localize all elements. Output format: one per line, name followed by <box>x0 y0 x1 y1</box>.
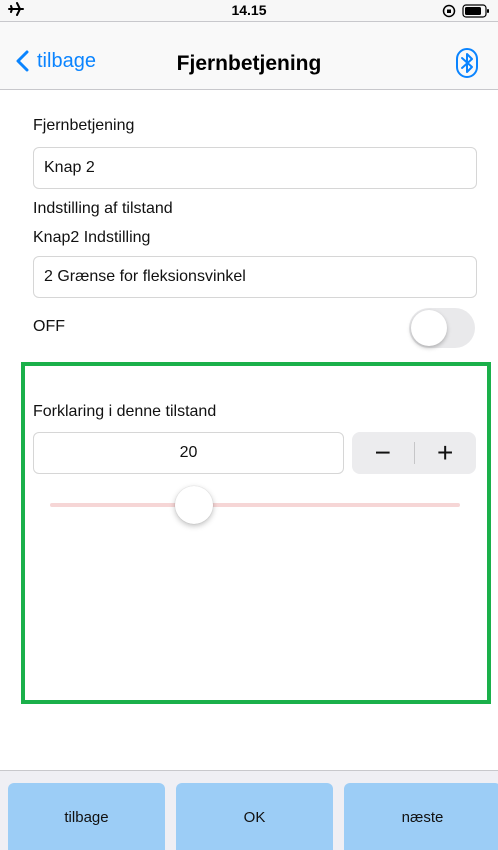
navigation-bar: tilbage Fjernbetjening <box>0 22 498 90</box>
slider-track <box>50 503 460 507</box>
remote-field[interactable]: Knap 2 <box>33 147 477 189</box>
explanation-label: Forklaring i denne tilstand <box>33 403 217 420</box>
knap-setting-field[interactable]: 2 Grænse for fleksionsvinkel <box>33 256 477 298</box>
plus-icon: + <box>437 437 454 468</box>
back-link-label: tilbage <box>37 49 96 72</box>
screen: 14.15 tilbage Fjernbetjening Fjernbetjen… <box>0 0 498 850</box>
knap-setting-label: Knap2 Indstilling <box>33 229 151 246</box>
stepper-plus-button[interactable]: + <box>414 432 476 474</box>
value-slider[interactable] <box>50 486 460 526</box>
bluetooth-icon[interactable] <box>456 48 478 83</box>
off-toggle[interactable] <box>409 308 475 348</box>
value-stepper: − + <box>352 432 476 474</box>
status-bar: 14.15 <box>0 0 498 22</box>
bottom-toolbar: tilbage OK næste <box>0 770 498 850</box>
stepper-minus-button[interactable]: − <box>352 432 414 474</box>
next-button[interactable]: næste <box>344 783 498 850</box>
state-setting-label: Indstilling af tilstand <box>33 200 173 217</box>
chevron-left-icon <box>16 50 29 72</box>
back-link[interactable]: tilbage <box>16 46 96 76</box>
slider-thumb[interactable] <box>174 486 213 524</box>
minus-icon: − <box>374 437 391 468</box>
orientation-lock-icon <box>442 4 456 23</box>
remote-label: Fjernbetjening <box>33 117 135 134</box>
back-button[interactable]: tilbage <box>8 783 165 850</box>
status-time: 14.15 <box>231 2 267 18</box>
ok-button[interactable]: OK <box>176 783 333 850</box>
battery-icon <box>462 4 490 23</box>
value-field[interactable]: 20 <box>33 432 344 474</box>
toggle-knob <box>411 310 447 346</box>
toggle-label: OFF <box>33 318 65 335</box>
